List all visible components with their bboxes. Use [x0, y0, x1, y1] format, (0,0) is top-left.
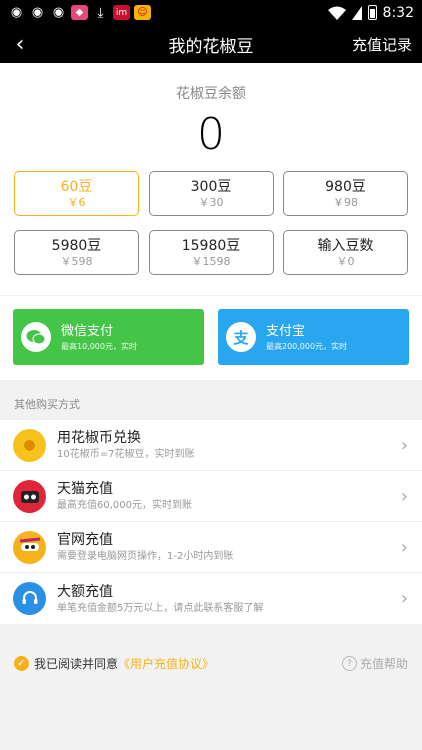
wechat-pay-button[interactable]: 微信支付 最高10,000元，实时: [13, 309, 204, 365]
system-status: 8:32: [327, 4, 414, 21]
method-large-amount[interactable]: 大额充值 单笔充值金额5万元以上，请点此联系客服了解 ›: [0, 573, 422, 624]
package-option[interactable]: 5980豆 ￥598: [14, 230, 139, 275]
method-title: 用花椒币兑换: [57, 430, 141, 446]
balance-label: 花椒豆余额: [176, 86, 246, 102]
app-icon: ◆: [71, 5, 88, 20]
method-coin-exchange[interactable]: ● 用花椒币兑换 10花椒币=7花椒豆，实时到账 ›: [0, 420, 422, 471]
custom-amount-option[interactable]: 输入豆数 ￥0: [283, 230, 408, 275]
download-icon: ⤓: [97, 4, 104, 21]
package-price: ￥0: [336, 254, 355, 268]
wechat-pay-note: 最高10,000元，实时: [61, 341, 137, 351]
app-icon: ☺: [134, 5, 151, 20]
agreement-row: ✓ 我已阅读并同意 《用户充值协议》: [14, 655, 214, 672]
package-option[interactable]: 60豆 ￥6: [14, 171, 139, 216]
method-title: 大额充值: [57, 583, 113, 600]
battery-icon: [367, 5, 377, 20]
back-button[interactable]: ‹: [0, 25, 40, 63]
chevron-right-icon: ›: [400, 536, 408, 558]
alipay-button[interactable]: 支 支付宝 最高200,000元，实时: [218, 309, 409, 365]
weibo-icon: ◉: [52, 5, 65, 20]
alipay-icon: 支: [226, 322, 256, 352]
signal-icon: [351, 5, 362, 20]
method-title: 官网充值: [57, 532, 113, 548]
agreement-link[interactable]: 《用户充值协议》: [118, 655, 214, 672]
chevron-right-icon: ›: [400, 434, 408, 456]
weibo-icon: ◉: [10, 5, 23, 20]
balance-value: 0: [197, 109, 225, 160]
package-amount: 300豆: [190, 178, 232, 195]
alipay-label: 支付宝: [266, 323, 306, 339]
package-price: ￥598: [60, 254, 93, 268]
chevron-right-icon: ›: [400, 485, 408, 507]
balance-section: 花椒豆余额 0 60豆 ￥6 300豆 ￥30 980豆 ￥98 5980豆 ￥…: [0, 63, 422, 295]
wifi-icon: [327, 6, 346, 20]
package-amount: 输入豆数: [317, 237, 374, 254]
method-title: 天猫充值: [57, 481, 113, 497]
method-desc: 需要登录电脑网页操作，1-2小时内到账: [57, 551, 234, 562]
other-methods-header: 其他购买方式: [14, 398, 80, 411]
package-amount: 15980豆: [181, 237, 241, 254]
package-amount: 60豆: [60, 178, 93, 195]
package-option[interactable]: 15980豆 ￥1598: [148, 230, 274, 275]
package-amount: 5980豆: [51, 237, 102, 254]
alipay-note: 最高200,000元，实时: [266, 341, 348, 351]
method-tmall[interactable]: 天猫充值 最高充值60,000元，实时到账 ›: [0, 471, 422, 522]
package-amount: 980豆: [325, 178, 366, 195]
recharge-help-label: 充值帮助: [359, 657, 408, 671]
recharge-help-button[interactable]: ? 充值帮助: [341, 655, 408, 672]
back-icon: ‹: [15, 31, 25, 57]
title-bar: ‹ 我的花椒豆 充值记录: [0, 25, 422, 63]
package-price: ￥30: [198, 195, 224, 209]
headset-icon: [13, 582, 46, 615]
package-option[interactable]: 300豆 ￥30: [148, 171, 274, 216]
wechat-pay-label: 微信支付: [61, 323, 114, 339]
mascot-icon: [13, 530, 46, 564]
notification-icons: ◉ ◉ ◉ ◆ ⤓ im ☺: [8, 4, 151, 21]
clock: 8:32: [382, 4, 414, 21]
app-icon: im: [113, 5, 130, 20]
coin-icon: ●: [13, 428, 46, 462]
chevron-right-icon: ›: [400, 588, 408, 609]
package-price: ￥6: [67, 195, 86, 209]
method-desc: 单笔充值金额5万元以上，请点此联系客服了解: [57, 602, 264, 614]
help-icon: ?: [341, 656, 357, 671]
package-grid: 60豆 ￥6 300豆 ￥30 980豆 ￥98 5980豆 ￥598 1598…: [14, 171, 408, 275]
recharge-record-button[interactable]: 充值记录: [352, 34, 412, 55]
agreement-checkbox[interactable]: ✓: [14, 656, 29, 671]
package-price: ￥1598: [191, 254, 231, 268]
tmall-icon: [13, 479, 46, 513]
method-website[interactable]: 官网充值 需要登录电脑网页操作，1-2小时内到账 ›: [0, 522, 422, 573]
method-desc: 最高充值60,000元，实时到账: [57, 500, 192, 511]
status-bar: ◉ ◉ ◉ ◆ ⤓ im ☺ 8:32: [0, 0, 422, 25]
weibo-icon: ◉: [31, 5, 44, 20]
agreement-text: 我已阅读并同意: [34, 657, 119, 671]
payment-section: 微信支付 最高10,000元，实时 支 支付宝 最高200,000元，实时: [0, 296, 422, 380]
other-methods-list: ● 用花椒币兑换 10花椒币=7花椒豆，实时到账 › 天猫充值 最高充值60,0…: [0, 420, 422, 624]
package-option[interactable]: 980豆 ￥98: [283, 171, 408, 216]
method-desc: 10花椒币=7花椒豆，实时到账: [57, 449, 195, 460]
package-price: ￥98: [333, 195, 358, 209]
wechat-icon: [21, 322, 51, 352]
